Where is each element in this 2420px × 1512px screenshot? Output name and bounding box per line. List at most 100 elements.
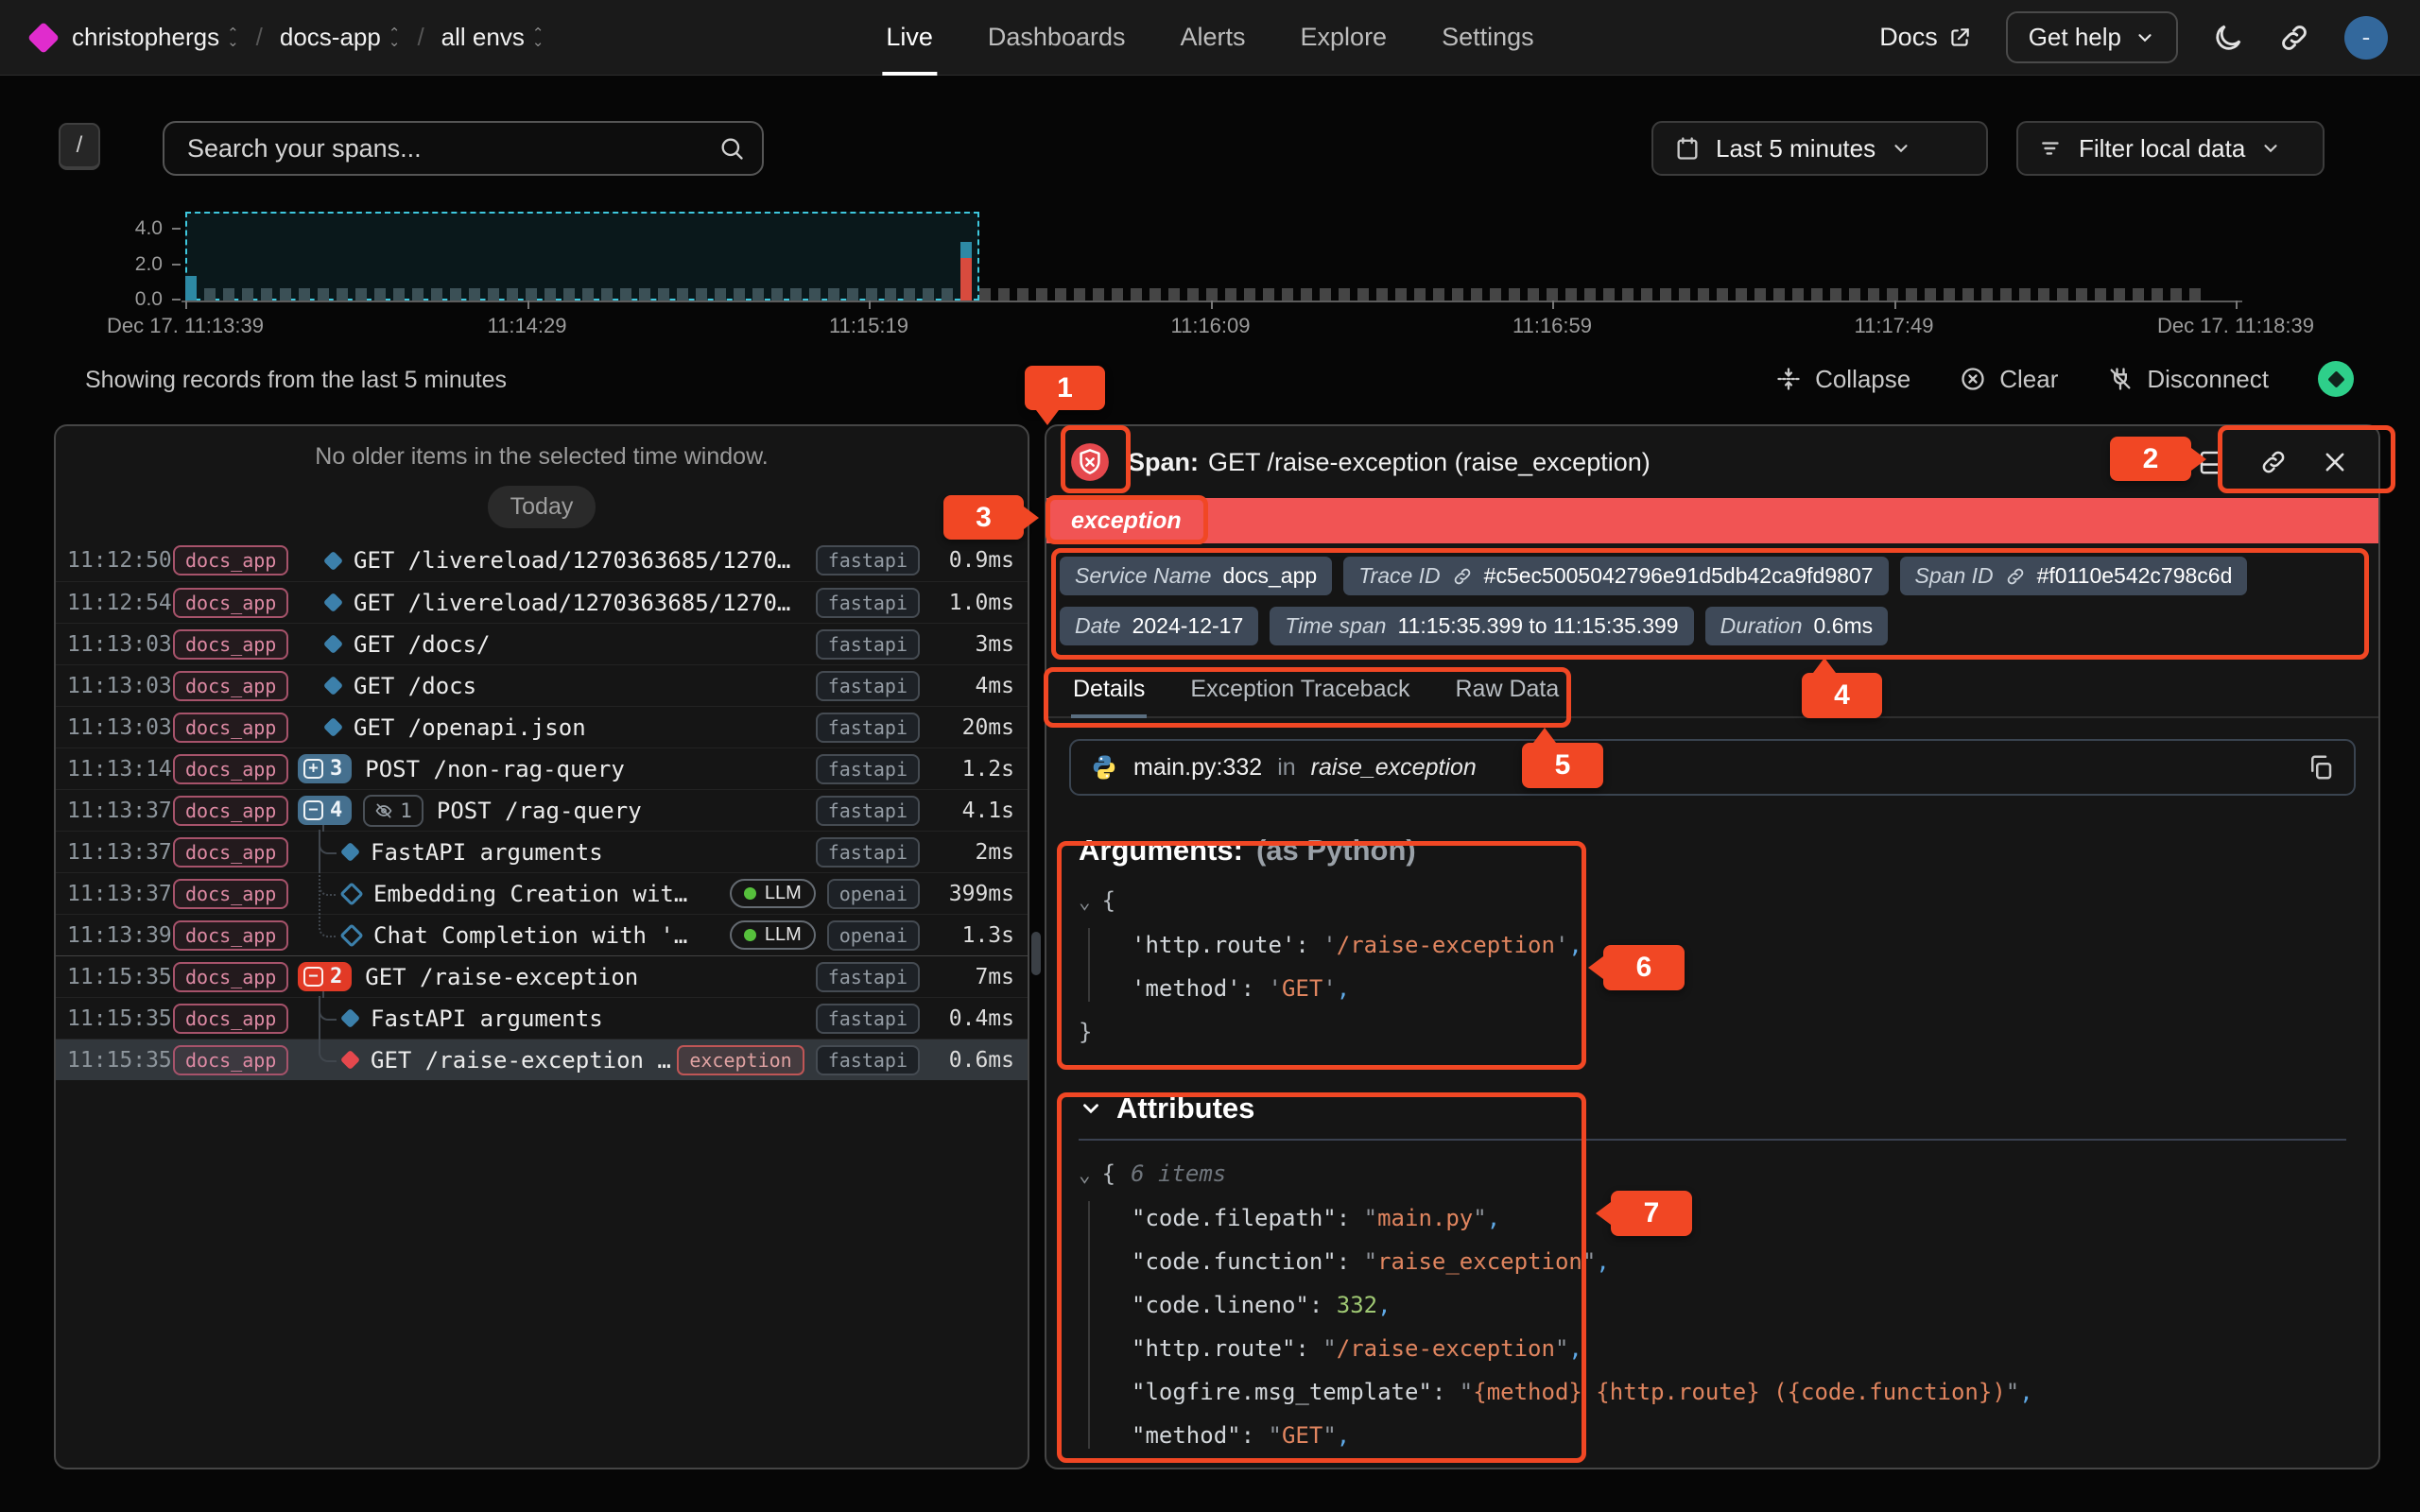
x-axis-tick [527,301,529,309]
time-range-button[interactable]: Last 5 minutes [1651,121,1988,176]
tab-details[interactable]: Details [1071,661,1147,718]
span-row-main: GET /livereload/1270363685/1270… [294,540,816,581]
span-row[interactable]: 11:13:03docs_appGET /openapi.jsonfastapi… [56,706,1028,747]
close-icon[interactable] [2322,449,2348,475]
chart-bar-baseline [658,288,669,301]
get-help-button[interactable]: Get help [2006,11,2178,63]
attributes-divider [1079,1139,2346,1141]
chart-bar-baseline [1962,288,1974,301]
span-name: GET /livereload/1270363685/1270… [354,547,790,574]
llm-status-dot-icon [744,929,756,941]
hidden-spans-badge[interactable]: 1 [363,795,424,827]
expand-collapse-badge[interactable]: −4 [298,796,352,825]
copy-link-icon[interactable] [2259,448,2288,476]
span-row[interactable]: 11:15:35docs_app−2GET /raise-exceptionfa… [56,955,1028,997]
chart-bar-baseline [1925,288,1936,301]
span-row[interactable]: 11:13:03docs_appGET /docs/fastapi3ms [56,623,1028,664]
child-count: 2 [330,965,342,988]
span-row[interactable]: 11:13:37docs_app−41POST /rag-queryfastap… [56,789,1028,831]
expand-collapse-badge[interactable]: +3 [298,754,352,783]
service-badge-cell: docs_app [173,920,294,951]
panel-resize-handle[interactable] [1031,932,1041,975]
span-row[interactable]: 11:13:14docs_app+3POST /non-rag-queryfas… [56,747,1028,789]
span-name: GET /docs [354,673,476,699]
chart-bar-baseline [1036,288,1047,301]
showing-records-text: Showing records from the last 5 minutes [85,367,507,394]
span-row[interactable]: 11:15:35docs_appGET /raise-exception …ex… [56,1039,1028,1080]
collapse-chevron-icon[interactable]: ⌄ [1079,1163,1091,1186]
framework-badge: fastapi [816,671,920,701]
filter-local-data-button[interactable]: Filter local data [2016,121,2325,176]
span-row-main: −41POST /rag-query [294,790,816,831]
clear-button[interactable]: Clear [1960,365,2058,394]
service-badge: docs_app [173,671,288,701]
chart-selection-window[interactable] [185,212,979,301]
link-icon[interactable] [1452,566,1473,587]
filter-label: Filter local data [2079,134,2245,163]
live-status-indicator[interactable] [2318,361,2354,397]
env-selector[interactable]: all envs ⌃⌄ [441,23,544,52]
chart-bar-baseline [2057,288,2068,301]
collapse-button[interactable]: Collapse [1775,365,1910,394]
nav-tab-explore[interactable]: Explore [1301,0,1388,76]
llm-badge: LLM [730,879,816,908]
meta-label: Trace ID [1358,563,1440,589]
y-axis-tick [172,299,181,301]
chart-bar-baseline [2133,288,2144,301]
nav-tab-live[interactable]: Live [886,0,933,76]
disconnect-button[interactable]: Disconnect [2107,365,2269,394]
chart-bar-baseline [790,288,802,301]
expand-collapse-badge[interactable]: −2 [298,962,352,991]
org-selector[interactable]: christophergs ⌃⌄ [72,23,239,52]
framework-badge: fastapi [816,962,920,992]
tab-raw-data[interactable]: Raw Data [1454,661,1562,718]
span-duration: 0.4ms [931,1006,1014,1031]
share-link-icon[interactable] [2278,22,2310,54]
nav-tab-dashboards[interactable]: Dashboards [988,0,1126,76]
span-row-right: fastapi7ms [816,962,1028,992]
span-row[interactable]: 11:13:37docs_appFastAPI argumentsfastapi… [56,831,1028,872]
chart-bar-spans [185,276,197,301]
span-time: 11:13:03 [67,632,173,657]
nav-tab-alerts[interactable]: Alerts [1180,0,1245,76]
project-selector[interactable]: docs-app ⌃⌄ [280,23,401,52]
span-row[interactable]: 11:13:03docs_appGET /docsfastapi4ms [56,664,1028,706]
chart-bar-baseline [1490,288,1501,301]
attributes-heading[interactable]: Attributes [1079,1091,2346,1125]
logfire-logo-icon[interactable] [27,22,60,54]
chart-bar-baseline [1944,288,1955,301]
docs-link[interactable]: Docs [1879,23,1972,52]
chart-bar-baseline [1093,288,1104,301]
tab-exception-traceback[interactable]: Exception Traceback [1188,661,1411,718]
hidden-count: 1 [400,799,412,822]
tree-elbow-line [319,830,337,854]
link-icon[interactable] [2005,566,2026,587]
span-row[interactable]: 11:12:50docs_appGET /livereload/12703636… [56,540,1028,581]
theme-toggle-moon-icon[interactable] [2212,22,2244,54]
chart-bar-baseline [2189,288,2201,301]
detail-actions [2197,448,2356,476]
span-diamond-icon [323,676,343,696]
span-row[interactable]: 11:13:37docs_appEmbedding Creation wit…L… [56,872,1028,914]
framework-badge: fastapi [816,837,920,868]
span-count-timeline-chart[interactable]: 4.02.00.0Dec 17. 11:13:3911:14:2911:15:1… [0,189,2420,350]
span-row[interactable]: 11:12:54docs_appGET /livereload/12703636… [56,581,1028,623]
breadcrumb-separator: / [417,23,424,52]
chart-bar-baseline [1981,288,1993,301]
service-badge: docs_app [173,879,288,909]
search-input[interactable] [185,133,718,164]
span-row[interactable]: 11:15:35docs_appFastAPI argumentsfastapi… [56,997,1028,1039]
nav-tab-settings[interactable]: Settings [1442,0,1534,76]
today-button[interactable]: Today [488,486,596,528]
avatar[interactable]: - [2344,16,2388,60]
collapse-chevron-icon[interactable]: ⌄ [1079,890,1091,913]
span-rows: 11:12:50docs_appGET /livereload/12703636… [56,540,1028,1080]
y-axis-tick [172,228,181,230]
span-row[interactable]: 11:13:39docs_appChat Completion with '…L… [56,914,1028,955]
chart-bar-baseline [1887,288,1898,301]
chart-bar-baseline [885,288,896,301]
copy-icon[interactable] [2307,753,2335,782]
framework-badge: openai [827,920,920,951]
framework-badge: fastapi [816,796,920,826]
chart-bar-baseline [1660,288,1671,301]
